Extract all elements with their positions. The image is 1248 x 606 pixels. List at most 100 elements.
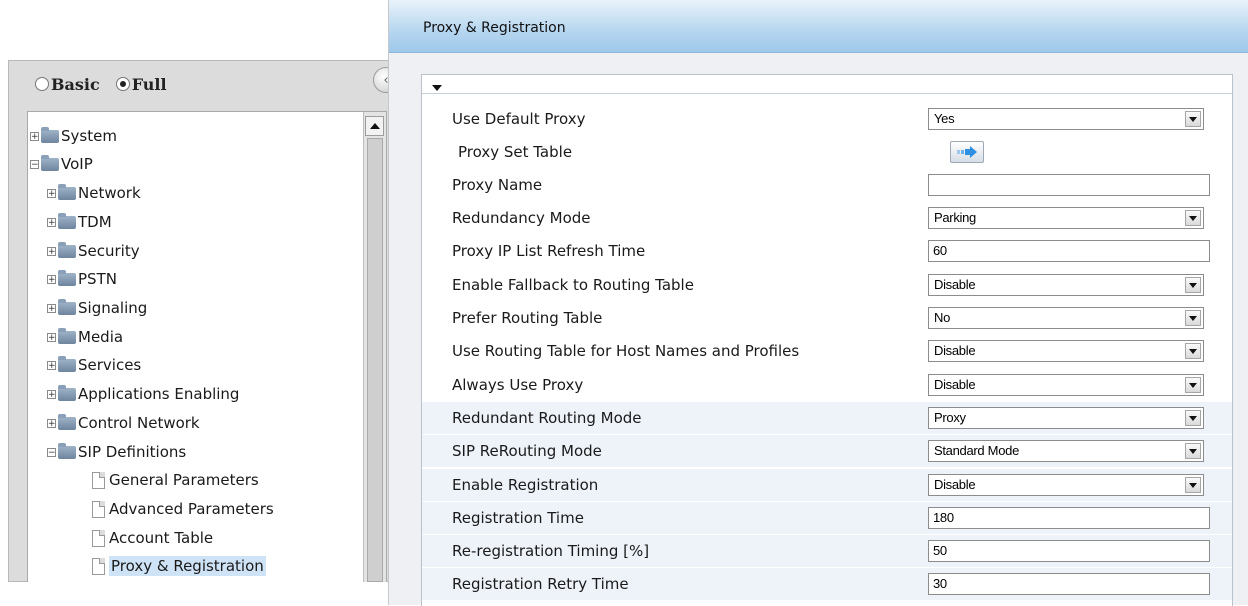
tree-item-network[interactable]: + Network [47,181,141,205]
tree-item-voip[interactable]: − VoIP [30,152,93,176]
document-icon [92,529,105,547]
dropdown-arrow-icon[interactable] [1185,443,1201,459]
expand-icon[interactable]: + [47,274,56,284]
page-title: Proxy & Registration [423,20,566,36]
collapse-icon[interactable]: − [30,159,39,169]
basic-mode-option[interactable]: Basic [35,75,100,94]
param-row-use-routing-table-host-names: Use Routing Table for Host Names and Pro… [422,335,1232,367]
tree-item-label: Advanced Parameters [109,500,274,518]
select-value: No [934,310,951,325]
dropdown-arrow-icon[interactable] [1185,111,1201,127]
full-mode-radio[interactable] [115,77,130,91]
tree-item-security[interactable]: + Security [47,239,140,263]
folder-icon [58,241,76,258]
proxy-ip-list-refresh-time-label: Proxy IP List Refresh Time [452,242,646,260]
prefer-routing-table-select[interactable]: No [928,307,1204,329]
param-row-sip-rerouting-mode: SIP ReRouting Mode Standard Mode [422,435,1232,467]
select-value: Disable [934,477,976,492]
collapse-icon[interactable]: − [47,447,56,457]
scroll-thumb[interactable] [367,138,383,582]
registration-time-input[interactable]: 180 [928,507,1210,529]
tree-item-tdm[interactable]: + TDM [47,210,112,234]
full-mode-option[interactable]: Full [115,74,167,94]
use-routing-table-host-names-select[interactable]: Disable [928,340,1204,362]
registration-retry-time-input[interactable]: 30 [928,573,1210,595]
proxy-ip-list-refresh-time-input[interactable]: 60 [928,240,1210,262]
folder-icon [58,327,76,344]
enable-registration-select[interactable]: Disable [928,474,1204,496]
dropdown-arrow-icon[interactable] [1185,477,1201,493]
tree-item-proxy-registration[interactable]: Proxy & Registration [92,554,266,578]
enable-fallback-label: Enable Fallback to Routing Table [452,276,694,294]
sip-rerouting-mode-select[interactable]: Standard Mode [928,440,1204,462]
page-header: Proxy & Registration [389,0,1248,53]
select-value: Disable [934,343,976,358]
dropdown-arrow-icon[interactable] [1185,210,1201,226]
redundancy-mode-select[interactable]: Parking [928,207,1204,229]
param-row-redundant-routing-mode: Redundant Routing Mode Proxy [422,402,1232,434]
folder-icon [58,298,76,315]
tree-item-label: VoIP [61,155,93,173]
param-row-proxy-name: Proxy Name [422,169,1232,201]
proxy-set-table-button[interactable] [950,141,984,163]
tree-item-general-parameters[interactable]: General Parameters [92,468,259,492]
redundant-routing-mode-select[interactable]: Proxy [928,407,1204,429]
select-value: Standard Mode [934,443,1019,458]
use-default-proxy-select[interactable]: Yes [928,108,1204,130]
folder-icon [58,269,76,286]
tree-item-pstn[interactable]: + PSTN [47,267,117,291]
expand-icon[interactable]: + [47,332,56,342]
tree-item-media[interactable]: + Media [47,325,123,349]
param-row-prefer-routing-table: Prefer Routing Table No [422,302,1232,334]
folder-icon [58,442,76,459]
dropdown-arrow-icon[interactable] [1185,410,1201,426]
registration-retry-time-label: Registration Retry Time [452,575,629,593]
dropdown-arrow-icon[interactable] [1185,277,1201,293]
expand-icon[interactable]: + [47,188,56,198]
tree-item-signaling[interactable]: + Signaling [47,296,147,320]
expand-icon[interactable]: + [30,131,39,141]
param-row-proxy-set-table: Proxy Set Table [422,136,1232,168]
prefer-routing-table-label: Prefer Routing Table [452,309,603,327]
basic-mode-radio[interactable] [35,77,49,91]
redundant-routing-mode-label: Redundant Routing Mode [452,409,642,427]
param-row-always-use-proxy: Always Use Proxy Disable [422,369,1232,401]
expand-icon[interactable]: + [47,217,56,227]
tree-item-services[interactable]: + Services [47,353,141,377]
scroll-up-button[interactable] [365,116,384,136]
param-row-reregistration-timing: Re-registration Timing [%] 50 [422,535,1232,567]
folder-icon [58,413,76,430]
expand-icon[interactable]: + [47,303,56,313]
tree-scrollbar[interactable] [363,112,386,582]
folder-icon [58,355,76,372]
dropdown-arrow-icon[interactable] [1185,343,1201,359]
tree-item-advanced-parameters[interactable]: Advanced Parameters [92,497,274,521]
enable-fallback-select[interactable]: Disable [928,274,1204,296]
tree-item-sip-definitions[interactable]: − SIP Definitions [47,440,186,464]
proxy-name-input[interactable] [928,174,1210,196]
dropdown-arrow-icon[interactable] [1185,377,1201,393]
param-row-proxy-ip-list-refresh-time: Proxy IP List Refresh Time 60 [422,235,1232,267]
enable-registration-label: Enable Registration [452,476,599,494]
dropdown-arrow-icon[interactable] [1185,310,1201,326]
tree-item-label: Security [78,242,140,260]
tree-item-control-network[interactable]: + Control Network [47,411,200,435]
tree-item-applications-enabling[interactable]: + Applications Enabling [47,382,239,406]
param-row-registration-retry-time: Registration Retry Time 30 [422,568,1232,600]
expand-icon[interactable]: + [47,389,56,399]
full-mode-label: Full [131,74,167,94]
tree-item-account-table[interactable]: Account Table [92,526,213,550]
expand-icon[interactable]: + [47,418,56,428]
caret-down-icon[interactable] [432,85,442,91]
tree-item-label: Account Table [109,529,214,547]
reregistration-timing-input[interactable]: 50 [928,540,1210,562]
always-use-proxy-select[interactable]: Disable [928,374,1204,396]
tree-item-system[interactable]: + System [30,124,117,148]
expand-icon[interactable]: + [47,360,56,370]
reregistration-timing-label: Re-registration Timing [%] [452,542,650,560]
content-panel: Proxy & Registration Use Default Proxy Y… [388,0,1248,606]
navigation-panel: Basic Full ‹ + System − VoIP + Network + [8,60,408,582]
tree-item-label: Services [78,356,142,374]
expand-icon[interactable]: + [47,246,56,256]
tree-item-label: Proxy & Registration [109,556,266,576]
